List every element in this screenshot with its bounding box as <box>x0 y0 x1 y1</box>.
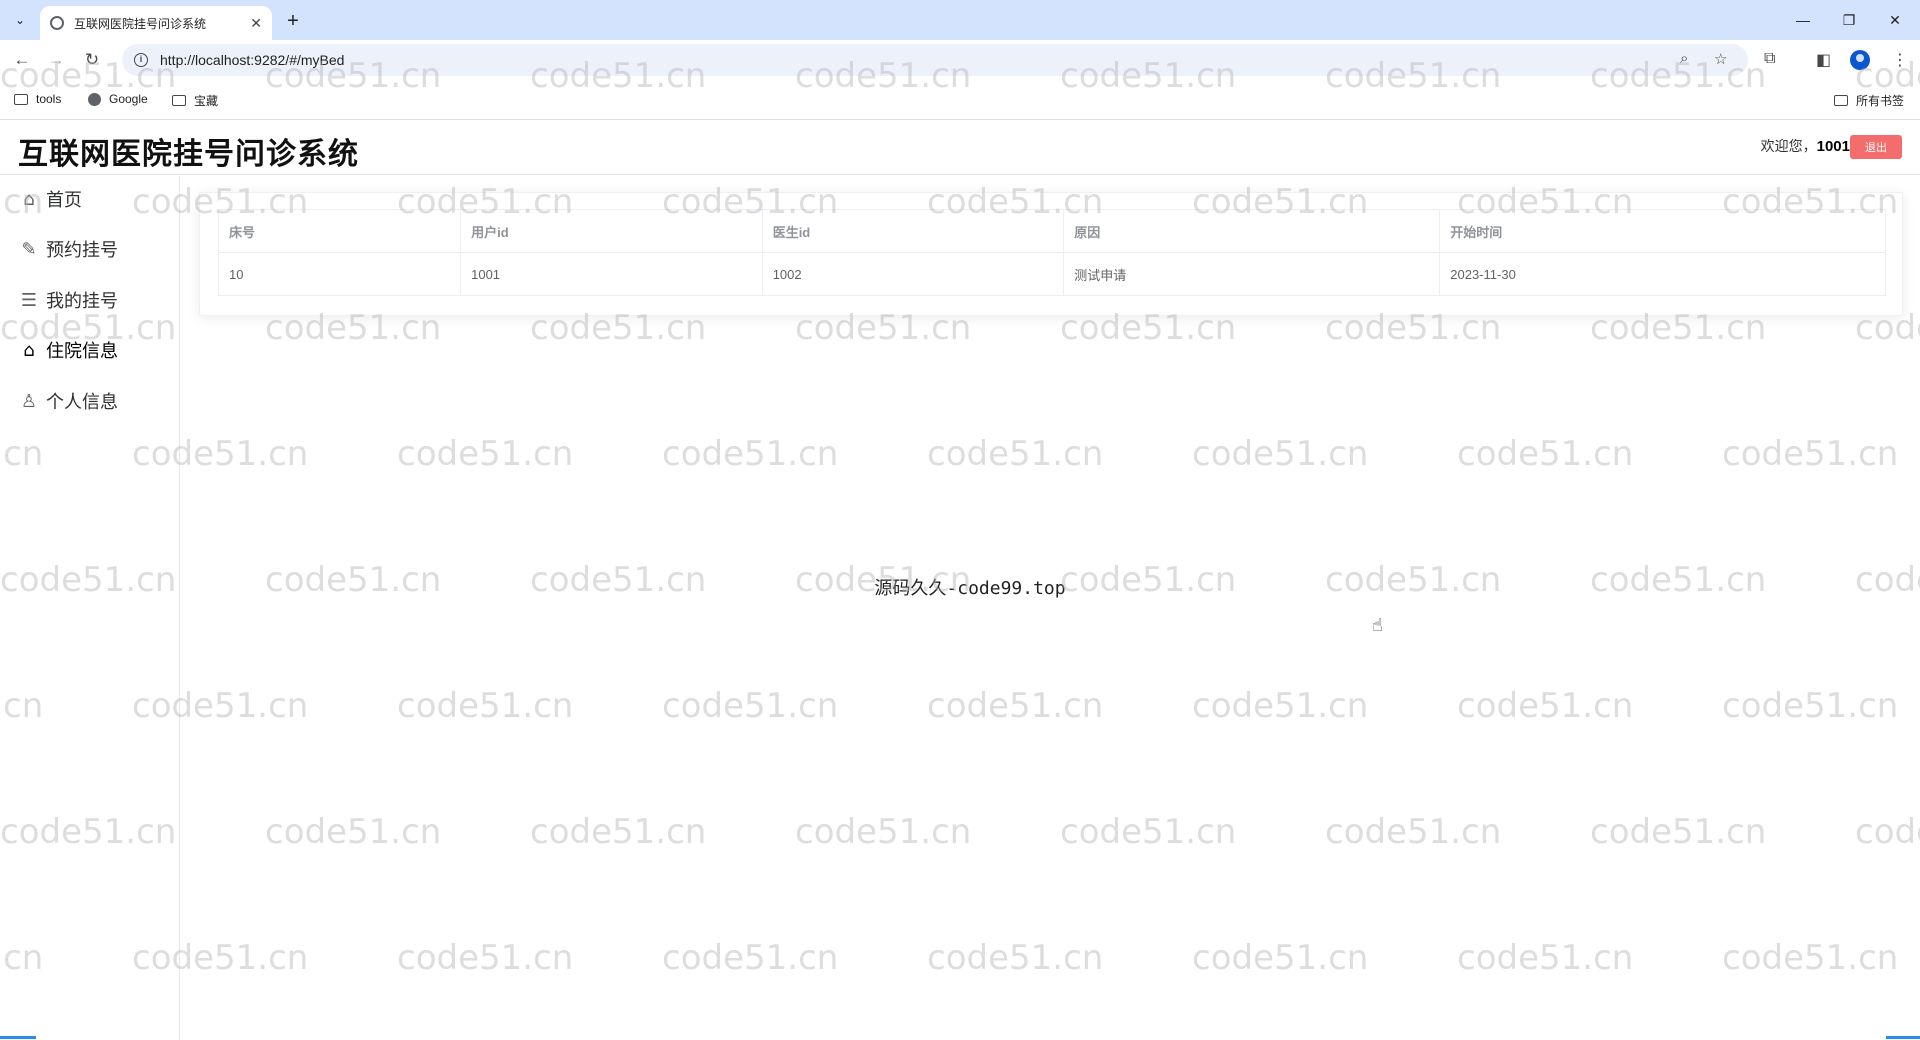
profile-avatar-icon[interactable] <box>1850 50 1870 70</box>
sidebar-item-profile[interactable]: ♙ 个人信息 <box>18 386 118 416</box>
app-title: 互联网医院挂号问诊系统 <box>18 137 359 172</box>
folder-icon <box>1834 95 1848 106</box>
column-header: 床号 <box>217 209 462 253</box>
home-icon: ⌂ <box>23 188 35 210</box>
bed-info-card: 床号 用户id 医生id 原因 开始时间 10 1001 1002 测试申请 2… <box>199 192 1903 316</box>
bottom-accent-left <box>0 1036 36 1039</box>
list-icon: ☰ <box>20 289 38 311</box>
side-panel-icon[interactable]: ◧ <box>1816 50 1831 70</box>
table-row: 10 1001 1002 测试申请 2023-11-30 <box>217 252 1886 296</box>
table-header-row: 床号 用户id 医生id 原因 开始时间 <box>217 209 1886 253</box>
address-url: http://localhost:9282/#/myBed <box>160 52 345 68</box>
tab-title: 互联网医院挂号问诊系统 <box>74 16 207 31</box>
site-info-icon[interactable]: i <box>134 53 148 67</box>
column-header: 原因 <box>1063 209 1441 253</box>
folder-icon <box>172 95 186 106</box>
address-bar[interactable]: i http://localhost:9282/#/myBed <box>122 44 1748 76</box>
all-bookmarks[interactable]: 所有书签 <box>1834 92 1904 109</box>
sidebar: ⌂ 首页 ✎ 预约挂号 ☰ 我的挂号 ⌂ 住院信息 ♙ 个人信息 <box>0 176 180 1040</box>
app-root: 互联网医院挂号问诊系统 欢迎您，1001 退出 ⌂ 首页 ✎ 预约挂号 ☰ 我的… <box>0 121 1920 1040</box>
edit-icon: ✎ <box>21 238 37 260</box>
back-button[interactable]: ← <box>8 46 36 74</box>
bed-info-table: 床号 用户id 医生id 原因 开始时间 10 1001 1002 测试申请 2… <box>217 209 1886 296</box>
restore-button[interactable]: ❐ <box>1826 0 1872 40</box>
bookmark-star-icon[interactable]: ☆ <box>1714 50 1727 68</box>
footer-text: 源码久久-code99.top <box>874 578 1066 599</box>
tab-close-icon[interactable]: ✕ <box>250 15 262 32</box>
extensions-icon[interactable]: ⧉ <box>1764 50 1775 68</box>
bookmark-tools[interactable]: tools <box>14 92 61 106</box>
new-tab-button[interactable]: + <box>280 8 306 34</box>
zoom-icon[interactable]: ⌕ <box>1680 50 1688 67</box>
table-cell: 2023-11-30 <box>1439 252 1886 296</box>
forward-button[interactable]: → <box>42 46 70 74</box>
globe-icon <box>88 92 101 106</box>
table-cell: 10 <box>217 252 462 296</box>
user-icon: ♙ <box>20 390 38 412</box>
column-header: 用户id <box>460 209 763 253</box>
bookmark-google[interactable]: Google <box>88 92 148 106</box>
table-cell: 1002 <box>762 252 1065 296</box>
column-header: 医生id <box>762 209 1065 253</box>
welcome-text: 欢迎您，1001 <box>1761 136 1850 156</box>
tab-search-chevron-icon[interactable]: ⌄ <box>8 8 32 32</box>
bookmark-treasure[interactable]: 宝藏 <box>172 92 218 109</box>
app-header: 互联网医院挂号问诊系统 欢迎您，1001 退出 <box>0 121 1920 175</box>
sidebar-item-my-registrations[interactable]: ☰ 我的挂号 <box>18 285 118 315</box>
welcome-prefix: 欢迎您， <box>1760 138 1817 154</box>
browser-tab[interactable]: 互联网医院挂号问诊系统 ✕ <box>40 6 272 40</box>
username: 1001 <box>1816 138 1850 155</box>
home-icon: ⌂ <box>23 339 35 361</box>
main-content: 床号 用户id 医生id 原因 开始时间 10 1001 1002 测试申请 2… <box>181 176 1920 1040</box>
sidebar-item-hospitalization[interactable]: ⌂ 住院信息 <box>18 335 118 365</box>
menu-kebab-icon[interactable]: ⋮ <box>1892 50 1908 70</box>
hand-cursor-icon: ☝ <box>1372 615 1383 635</box>
sidebar-item-home[interactable]: ⌂ 首页 <box>18 184 82 214</box>
sidebar-item-appointment[interactable]: ✎ 预约挂号 <box>18 234 118 264</box>
bottom-accent-right <box>1886 1036 1920 1039</box>
logout-button[interactable]: 退出 <box>1850 135 1902 159</box>
browser-toolbar: ← → ↻ i http://localhost:9282/#/myBed ⌕ … <box>0 40 1920 80</box>
tab-favicon-icon <box>50 16 64 30</box>
reload-button[interactable]: ↻ <box>78 46 106 74</box>
bookmarks-bar: tools Google 宝藏 所有书签 <box>0 80 1920 120</box>
minimize-button[interactable]: — <box>1780 0 1826 40</box>
folder-icon <box>14 93 28 105</box>
browser-tabstrip: ⌄ 互联网医院挂号问诊系统 ✕ + — ❐ ✕ <box>0 0 1920 40</box>
column-header: 开始时间 <box>1439 209 1886 253</box>
table-cell: 1001 <box>460 252 763 296</box>
table-cell: 测试申请 <box>1063 252 1441 296</box>
close-window-button[interactable]: ✕ <box>1872 0 1918 40</box>
